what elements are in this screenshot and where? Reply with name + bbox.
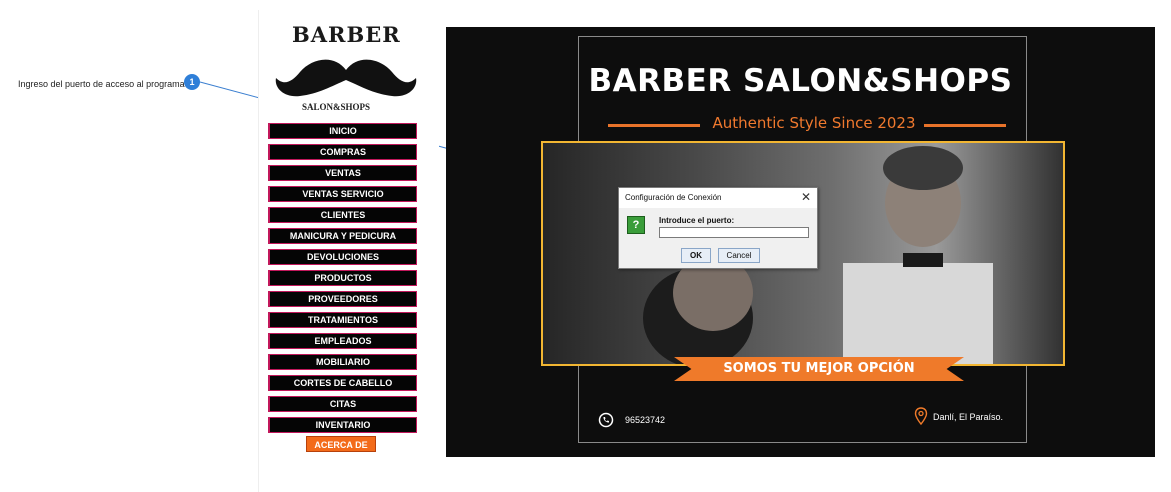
menu-button-cortes-cabello[interactable]: CORTES DE CABELLO [268,375,417,391]
tagline-divider-right [924,124,1006,127]
menu-button-clientes[interactable]: CLIENTES [268,207,417,223]
mustache-logo-icon [275,59,417,97]
menu-button-empleados[interactable]: EMPLEADOS [268,333,417,349]
tagline-row: Authentic Style Since 2023 [606,114,1006,134]
dialog-titlebar[interactable]: Configuración de Conexión ✕ [619,188,817,208]
logo-title: BARBER [292,22,401,47]
connection-config-dialog: Configuración de Conexión ✕ ? Introduce … [618,187,818,269]
poster-location: Danlí, El Paraíso. [933,412,1004,422]
sidebar-panel: BARBER SALON&SHOPS INICIO COMPRAS VENTAS… [258,10,439,492]
menu-button-ventas[interactable]: VENTAS [268,165,417,181]
port-input[interactable] [659,227,809,238]
map-pin-icon [914,407,928,425]
poster-tagline: Authentic Style Since 2023 [712,114,916,132]
menu-button-tratamientos[interactable]: TRATAMIENTOS [268,312,417,328]
annotation-badge: 1 [184,74,200,90]
whatsapp-icon [598,412,614,428]
menu-button-productos[interactable]: PRODUCTOS [268,270,417,286]
menu-button-citas[interactable]: CITAS [268,396,417,412]
menu-button-devoluciones[interactable]: DEVOLUCIONES [268,249,417,265]
dialog-prompt: Introduce el puerto: [659,216,735,225]
tagline-divider-left [608,124,700,127]
poster-title: BARBER SALON&SHOPS [588,63,1013,99]
cancel-button[interactable]: Cancel [718,248,760,263]
menu-button-ventas-servicio[interactable]: VENTAS SERVICIO [268,186,417,202]
menu-button-inicio[interactable]: INICIO [268,123,417,139]
annotation-text: Ingreso del puerto de acceso al programa [18,79,185,89]
ok-button[interactable]: OK [681,248,711,263]
poster-phone: 96523742 [625,415,666,425]
menu-button-inventario[interactable]: INVENTARIO [268,417,417,433]
menu-button-mobiliario[interactable]: MOBILIARIO [268,354,417,370]
close-icon[interactable]: ✕ [801,190,811,204]
menu-button-proveedores[interactable]: PROVEEDORES [268,291,417,307]
main-menu: INICIO COMPRAS VENTAS VENTAS SERVICIO CL… [268,123,417,438]
poster-ribbon: SOMOS TU MEJOR OPCIÓN [674,357,964,381]
logo-subtitle: SALON&SHOPS [302,102,371,112]
dialog-title: Configuración de Conexión [625,193,722,202]
menu-button-compras[interactable]: COMPRAS [268,144,417,160]
about-button[interactable]: ACERCA DE [306,436,376,452]
question-icon: ? [627,216,645,234]
menu-button-manicura-pedicura[interactable]: MANICURA Y PEDICURA [268,228,417,244]
